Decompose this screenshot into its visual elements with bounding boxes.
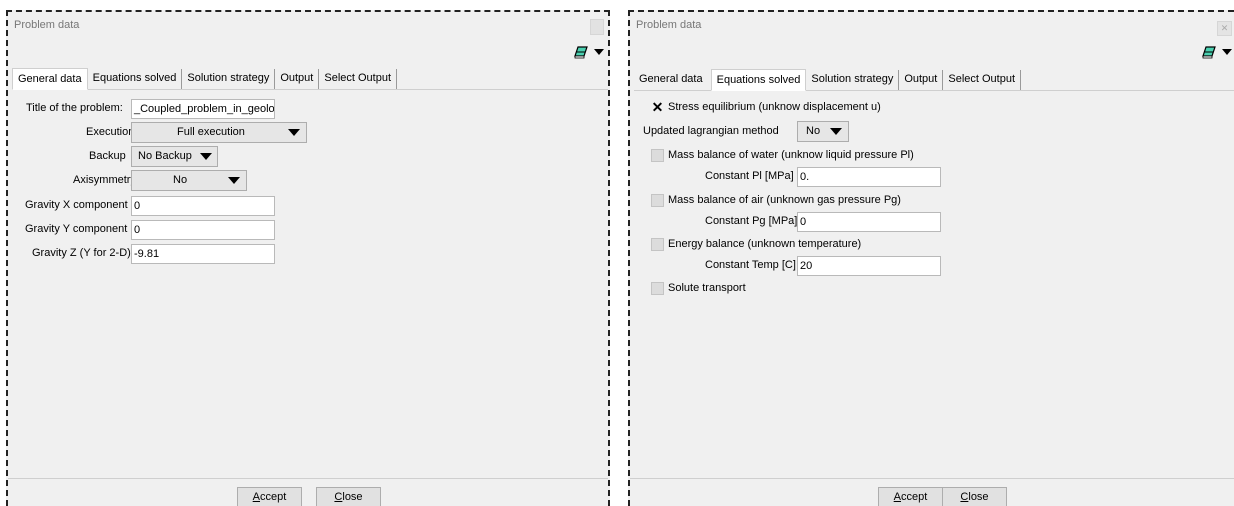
constant-temp-input[interactable]: 20 [797, 256, 941, 276]
tab-bar: General data Equations solved Solution s… [634, 69, 1234, 91]
gravity-y-input[interactable]: 0 [131, 220, 275, 240]
window-title: Problem data [14, 19, 80, 31]
tab-select-output[interactable]: Select Output [319, 69, 398, 89]
updated-lagrangian-value: No [806, 125, 821, 137]
close-button[interactable]: Close [942, 487, 1007, 506]
close-button[interactable]: Close [316, 487, 381, 506]
energy-balance-checkbox[interactable] [651, 238, 664, 251]
updated-lagrangian-label: Updated lagrangian method [643, 125, 779, 137]
axisymmetry-value: No [173, 174, 188, 186]
execution-select[interactable]: Full execution [131, 122, 307, 143]
chevron-down-icon [228, 177, 240, 184]
eraser-icon [574, 46, 588, 59]
accept-button[interactable]: Accept [878, 487, 943, 506]
title-label: Title of the problem: [26, 102, 123, 114]
chevron-down-icon [830, 128, 842, 135]
constant-pg-input[interactable]: 0 [797, 212, 941, 232]
chevron-down-icon [200, 153, 212, 160]
x-check-icon[interactable]: ✕ [651, 100, 664, 114]
water-balance-checkbox[interactable] [651, 149, 664, 162]
tab-output[interactable]: Output [899, 70, 944, 90]
tab-general-data[interactable]: General data [634, 70, 711, 90]
eraser-icon [1202, 46, 1216, 59]
execution-value: Full execution [177, 126, 245, 138]
constant-pl-label: Constant Pl [MPa] [705, 170, 794, 182]
tab-solution-strategy[interactable]: Solution strategy [806, 70, 900, 90]
stress-equilibrium-label: Stress equilibrium (unknow displacement … [668, 101, 881, 113]
close-icon[interactable]: ✕ [590, 19, 604, 35]
tab-output[interactable]: Output [275, 69, 320, 89]
solute-transport-label: Solute transport [668, 282, 746, 294]
tab-general-data[interactable]: General data [12, 68, 88, 90]
constant-pg-label: Constant Pg [MPa] [705, 215, 798, 227]
backup-value: No Backup [138, 150, 192, 162]
constant-temp-label: Constant Temp [C] [705, 259, 796, 271]
air-balance-label: Mass balance of air (unknown gas pressur… [668, 194, 901, 206]
titlebar: Problem data ✕ [8, 12, 608, 40]
water-balance-label: Mass balance of water (unknow liquid pre… [668, 149, 914, 161]
toolbar-menu-button[interactable] [572, 41, 606, 63]
titlebar: Problem data ✕ [630, 12, 1234, 40]
caret-down-icon [594, 49, 604, 55]
solute-transport-checkbox[interactable] [651, 282, 664, 295]
gravity-y-label: Gravity Y component [25, 223, 128, 235]
gravity-x-label: Gravity X component [25, 199, 128, 211]
title-input[interactable]: _Coupled_problem_in_geolo [131, 99, 275, 119]
execution-label: Execution [86, 126, 135, 138]
footer-divider [8, 478, 608, 479]
tab-bar: General data Equations solved Solution s… [12, 68, 608, 90]
axisymmetry-select[interactable]: No [131, 170, 247, 191]
backup-select[interactable]: No Backup [131, 146, 218, 167]
tab-equations-solved[interactable]: Equations solved [710, 69, 807, 91]
tab-solution-strategy[interactable]: Solution strategy [182, 69, 276, 89]
gravity-z-input[interactable]: -9.81 [131, 244, 275, 264]
toolbar-menu-button[interactable] [1200, 41, 1234, 63]
window-title: Problem data [636, 19, 702, 31]
problem-data-dialog-equations: Problem data ✕ General data Equations so… [628, 10, 1234, 506]
air-balance-checkbox[interactable] [651, 194, 664, 207]
updated-lagrangian-select[interactable]: No [797, 121, 849, 142]
axisymmetry-label: Axisymmetry [73, 174, 136, 186]
chevron-down-icon [288, 129, 300, 136]
energy-balance-label: Energy balance (unknown temperature) [668, 238, 862, 250]
tab-equations-solved[interactable]: Equations solved [88, 69, 183, 89]
gravity-z-label: Gravity Z (Y for 2-D) [32, 247, 131, 259]
footer-divider [630, 478, 1234, 479]
gravity-x-input[interactable]: 0 [131, 196, 275, 216]
backup-label: Backup [89, 150, 126, 162]
tab-select-output[interactable]: Select Output [943, 70, 1022, 90]
close-icon[interactable]: ✕ [1217, 21, 1232, 36]
problem-data-dialog-general: Problem data ✕ General data Equations so… [6, 10, 610, 506]
accept-button[interactable]: Accept [237, 487, 302, 506]
constant-pl-input[interactable]: 0. [797, 167, 941, 187]
caret-down-icon [1222, 49, 1232, 55]
